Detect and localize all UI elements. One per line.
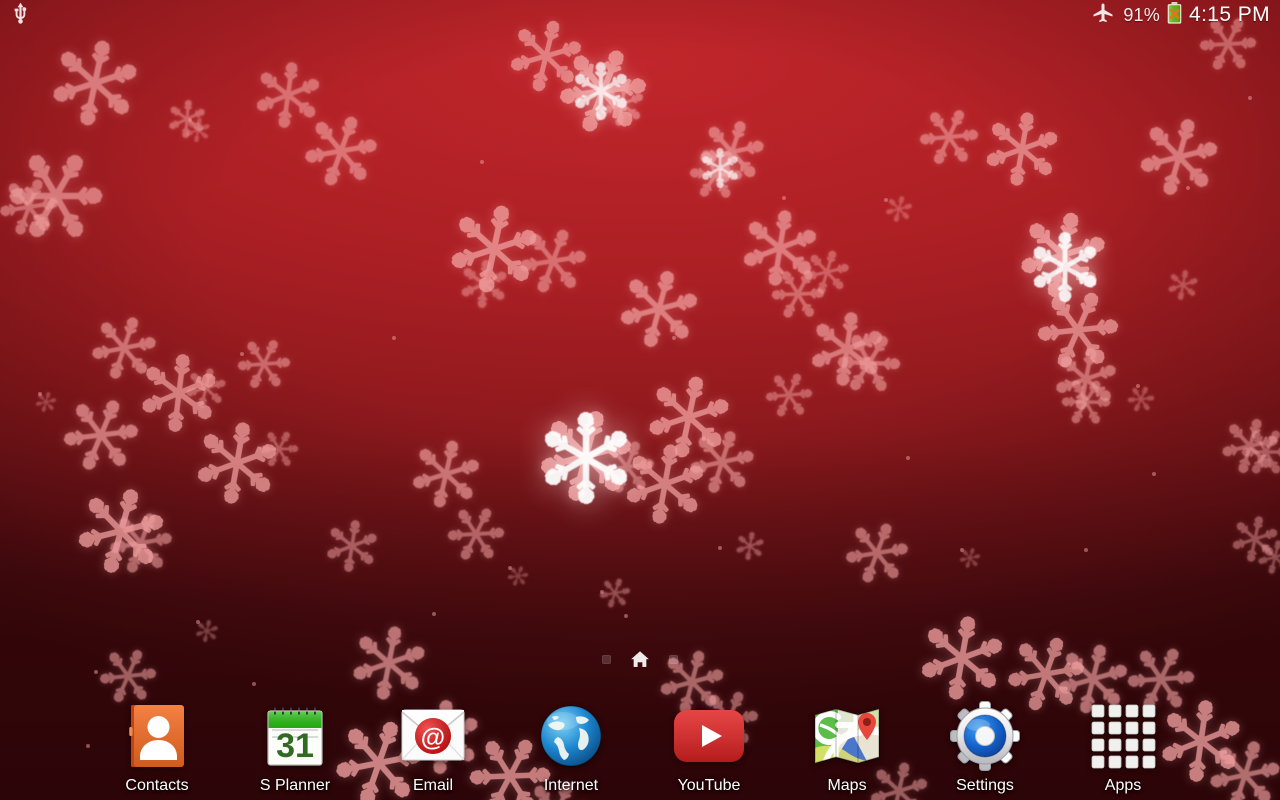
dock-item-internet[interactable]: Internet [502, 666, 640, 794]
dock-label-internet: Internet [543, 777, 599, 794]
dock-label-email: Email [412, 777, 453, 794]
status-bar[interactable]: 91% 4:15 PM [0, 0, 1280, 30]
svg-text:31: 31 [276, 727, 314, 765]
dock[interactable]: Contacts 31 S Planner @ Email Internet Y… [0, 662, 1280, 794]
status-bar-clock: 4:15 PM [1188, 3, 1270, 26]
battery-percent-text: 91% [1123, 4, 1160, 25]
globe-icon[interactable] [535, 700, 607, 772]
calendar-icon[interactable]: 31 [259, 700, 331, 772]
status-bar-left [12, 2, 29, 29]
youtube-icon[interactable] [673, 700, 745, 772]
status-bar-right: 91% 4:15 PM [1091, 1, 1270, 30]
contacts-icon[interactable] [121, 700, 193, 772]
dock-label-youtube: YouTube [677, 777, 741, 794]
dock-item-s-planner[interactable]: 31 S Planner [226, 666, 364, 794]
dock-item-apps[interactable]: Apps [1054, 666, 1192, 794]
dock-item-email[interactable]: @ Email [364, 666, 502, 794]
gear-icon[interactable] [949, 700, 1021, 772]
dock-item-contacts[interactable]: Contacts [88, 666, 226, 794]
usb-icon [12, 2, 29, 29]
dock-label-contacts: Contacts [125, 777, 189, 794]
dock-label-maps: Maps [827, 777, 867, 794]
dock-label-s-planner: S Planner [259, 777, 331, 794]
dock-item-settings[interactable]: Settings [916, 666, 1054, 794]
email-icon[interactable]: @ [397, 700, 469, 772]
dock-label-apps: Apps [1104, 777, 1142, 794]
dock-item-maps[interactable]: Maps [778, 666, 916, 794]
airplane-mode-icon [1091, 1, 1116, 30]
apps-grid-icon[interactable] [1087, 700, 1159, 772]
dock-item-youtube[interactable]: YouTube [640, 666, 778, 794]
svg-text:@: @ [421, 724, 445, 752]
battery-not-charging-icon [1167, 1, 1182, 29]
dock-label-settings: Settings [956, 777, 1014, 794]
maps-icon[interactable] [811, 700, 883, 772]
